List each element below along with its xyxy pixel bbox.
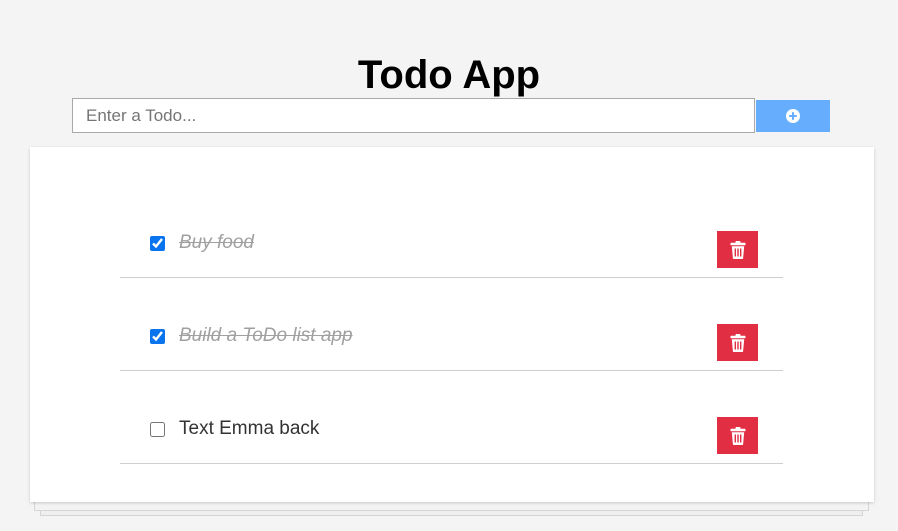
todo-text: Buy food	[179, 232, 254, 253]
todo-text: Text Emma back	[179, 418, 320, 439]
todo-checkbox[interactable]	[150, 422, 165, 437]
page-title: Todo App	[357, 52, 541, 97]
todo-item: Build a ToDo list app	[120, 307, 783, 371]
todo-card: Buy food Build a ToDo list app Text Emma…	[30, 147, 874, 502]
delete-button[interactable]	[717, 231, 758, 268]
todo-item: Text Emma back	[120, 400, 783, 464]
trash-icon	[730, 426, 745, 445]
todo-text: Build a ToDo list app	[179, 325, 353, 346]
todo-item: Buy food	[120, 214, 783, 278]
delete-button[interactable]	[717, 417, 758, 454]
plus-circle-icon	[786, 109, 800, 123]
todo-input[interactable]	[72, 98, 755, 133]
trash-icon	[730, 333, 745, 352]
delete-button[interactable]	[717, 324, 758, 361]
add-todo-button[interactable]	[756, 100, 830, 132]
trash-icon	[730, 240, 745, 259]
todo-checkbox[interactable]	[150, 329, 165, 344]
todo-checkbox[interactable]	[150, 236, 165, 251]
